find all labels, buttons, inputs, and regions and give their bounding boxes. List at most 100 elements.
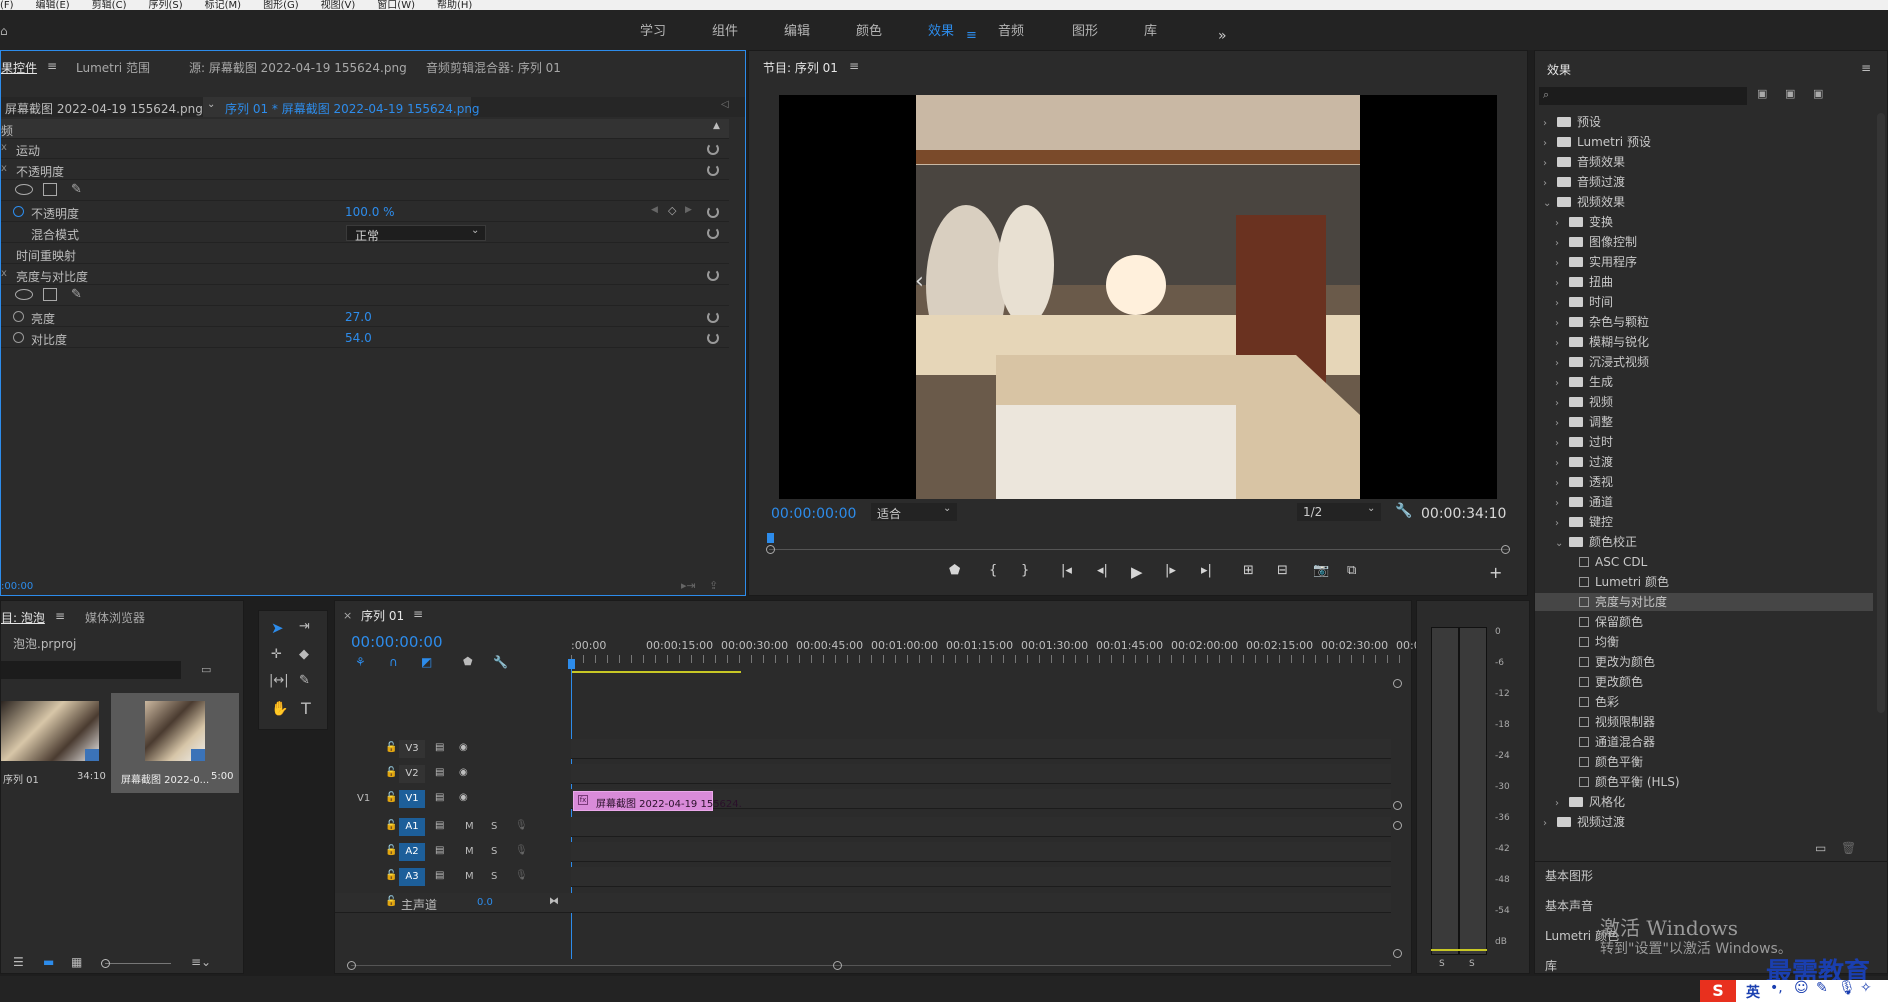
pen-mask-icon[interactable]: ✎ xyxy=(71,182,82,197)
sync-lock-icon[interactable]: ▤ xyxy=(435,845,444,856)
program-scrubber[interactable] xyxy=(766,531,1510,557)
sync-lock-icon[interactable]: ▤ xyxy=(435,820,444,831)
effects-tree-item[interactable]: › 预设 xyxy=(1535,113,1873,131)
solo-left-button[interactable]: S xyxy=(1439,959,1445,969)
panel-menu-icon[interactable]: ≡ xyxy=(1861,61,1871,75)
effects-tree-item[interactable]: › 调整 xyxy=(1535,413,1873,431)
tab-media-browser[interactable]: 媒体浏览器 xyxy=(85,609,145,626)
mic-icon[interactable]: 🎙 xyxy=(515,820,528,831)
ime-skin-icon[interactable]: ✧ xyxy=(1860,980,1872,996)
effects-tree-item[interactable]: › 过时 xyxy=(1535,433,1873,451)
accelerated-effects-icon[interactable]: ▣ xyxy=(1757,87,1767,100)
add-keyframe-icon[interactable]: ◇ xyxy=(668,204,676,217)
scrubber-end-handle[interactable] xyxy=(1501,545,1510,554)
solo-button[interactable]: S xyxy=(491,871,497,882)
effects-tree-item[interactable]: Lumetri 颜色 xyxy=(1535,573,1873,591)
scroll-up-icon[interactable]: ▲ xyxy=(713,121,720,131)
vertical-zoom-handle-bottom[interactable] xyxy=(1393,949,1402,958)
close-icon[interactable]: × xyxy=(343,609,352,622)
solo-button[interactable]: S xyxy=(491,821,497,832)
export-icon[interactable]: ⇪ xyxy=(709,579,718,592)
effects-tree-item[interactable]: › 模糊与锐化 xyxy=(1535,333,1873,351)
timeline-clip[interactable]: fx 屏幕截图 2022-04-19 155624. xyxy=(573,791,742,811)
snap-icon[interactable]: ∩ xyxy=(389,655,398,669)
collapse-icon[interactable]: ◁ xyxy=(721,99,729,110)
workspace-tab[interactable]: 颜色 xyxy=(856,20,882,39)
effects-tree-item[interactable]: › 沉浸式视频 xyxy=(1535,353,1873,371)
tab-project[interactable]: 目: 泡泡 xyxy=(1,609,45,626)
mute-button[interactable]: M xyxy=(465,871,474,882)
chevron-right-icon[interactable]: › xyxy=(1555,495,1565,513)
blend-mode-select[interactable]: 正常 ⌄ xyxy=(346,225,486,243)
panel-menu-icon[interactable]: ≡ xyxy=(849,59,859,73)
stopwatch-icon[interactable] xyxy=(13,332,24,343)
chevron-down-icon[interactable]: ⌄ xyxy=(1555,535,1565,553)
master-end-icon[interactable]: ⧓ xyxy=(549,896,559,907)
effect-row-motion[interactable]: x 运动 xyxy=(1,139,729,159)
effects-title[interactable]: 效果 xyxy=(1547,61,1571,78)
track-name[interactable]: V2 xyxy=(399,765,425,783)
track-name[interactable]: V3 xyxy=(399,740,425,758)
track-row[interactable]: 🔓 A3 ▤ M S 🎙 xyxy=(335,867,1391,887)
menu-item[interactable]: 剪辑(C) xyxy=(92,0,127,10)
type-tool-icon[interactable]: T xyxy=(301,699,311,718)
ime-emoji-icon[interactable]: ☺ xyxy=(1794,980,1809,996)
chevron-left-icon[interactable]: ‹ xyxy=(915,269,924,294)
slip-tool-icon[interactable]: |↔| xyxy=(269,673,289,688)
effects-search-input[interactable]: ⌕ xyxy=(1539,87,1747,105)
ellipse-mask-icon[interactable] xyxy=(15,184,33,195)
project-item-sequence[interactable]: 序列 01 34:10 xyxy=(1,693,106,793)
resolution-select[interactable]: 1/2 ⌄ xyxy=(1297,503,1381,521)
selection-tool-icon[interactable]: ➤ xyxy=(271,619,284,637)
effects-tree-item[interactable]: › 图像控制 xyxy=(1535,233,1873,251)
effect-row-opacity[interactable]: x 不透明度 xyxy=(1,160,729,180)
accordion-essential-sound[interactable]: 基本声音 xyxy=(1545,897,1593,914)
tab-effect-controls[interactable]: 果控件 xyxy=(1,59,37,76)
effect-row-time-remap[interactable]: 时间重映射 xyxy=(1,244,729,264)
track-row[interactable]: 🔓 A2 ▤ M S 🎙 xyxy=(335,842,1391,862)
lock-icon[interactable]: 🔓 xyxy=(385,792,397,803)
effects-tree-item[interactable]: › 风格化 xyxy=(1535,793,1873,811)
menu-item[interactable]: 编辑(E) xyxy=(36,0,70,10)
delete-icon[interactable]: 🗑 xyxy=(1841,841,1856,855)
home-icon[interactable]: ⌂ xyxy=(0,24,8,38)
contrast-value[interactable]: 54.0 xyxy=(345,331,372,345)
effects-tree-item[interactable]: › 音频效果 xyxy=(1535,153,1873,171)
reset-icon[interactable] xyxy=(707,206,719,218)
workspace-menu-icon[interactable]: ≡ xyxy=(966,28,977,43)
mic-icon[interactable]: 🎙 xyxy=(515,845,528,856)
effects-tree-item[interactable]: 更改为颜色 xyxy=(1535,653,1873,671)
sort-icon[interactable]: ≡⌄ xyxy=(191,955,211,969)
rectangle-mask-icon[interactable] xyxy=(43,288,57,301)
new-bin-icon[interactable]: ▭ xyxy=(201,663,211,676)
pen-mask-icon[interactable]: ✎ xyxy=(71,287,82,302)
effects-tree-item[interactable]: 颜色平衡 (HLS) xyxy=(1535,773,1873,791)
accordion-essential-graphics[interactable]: 基本图形 xyxy=(1545,867,1593,884)
chevron-right-icon[interactable]: › xyxy=(1555,235,1565,253)
play-icon[interactable]: ▶ xyxy=(1131,563,1143,581)
effects-tree-item[interactable]: › 过渡 xyxy=(1535,453,1873,471)
reset-icon[interactable] xyxy=(707,143,719,155)
chevron-right-icon[interactable]: › xyxy=(1543,135,1553,153)
timeline-timecode[interactable]: 00:00:00:00 xyxy=(351,633,443,651)
chevron-right-icon[interactable]: › xyxy=(1543,155,1553,173)
solo-right-button[interactable]: S xyxy=(1469,959,1475,969)
playhead-icon[interactable] xyxy=(767,533,774,543)
playhead-handle-icon[interactable] xyxy=(568,659,575,669)
effects-tree-item[interactable]: › 视频过渡 xyxy=(1535,813,1873,831)
effects-tree-item[interactable]: › 生成 xyxy=(1535,373,1873,391)
chevron-right-icon[interactable]: › xyxy=(1555,475,1565,493)
chevron-right-icon[interactable]: › xyxy=(1555,315,1565,333)
track-name[interactable]: A3 xyxy=(399,868,425,886)
stopwatch-icon[interactable] xyxy=(13,311,24,322)
lock-icon[interactable]: 🔓 xyxy=(385,870,397,881)
workspace-tab[interactable]: 组件 xyxy=(712,20,738,39)
vertical-zoom-handle-mid2[interactable] xyxy=(1393,821,1402,830)
linked-selection-icon[interactable]: ◩ xyxy=(421,655,432,669)
freeform-view-icon[interactable]: ▦ xyxy=(71,955,82,969)
workspace-tab[interactable]: 编辑 xyxy=(784,20,810,39)
effect-controls-timecode[interactable]: :00:00 xyxy=(1,581,33,592)
settings-wrench-icon[interactable]: 🔧 xyxy=(493,655,508,669)
eye-icon[interactable]: ◉ xyxy=(459,792,468,803)
effects-tree-item[interactable]: › Lumetri 预设 xyxy=(1535,133,1873,151)
